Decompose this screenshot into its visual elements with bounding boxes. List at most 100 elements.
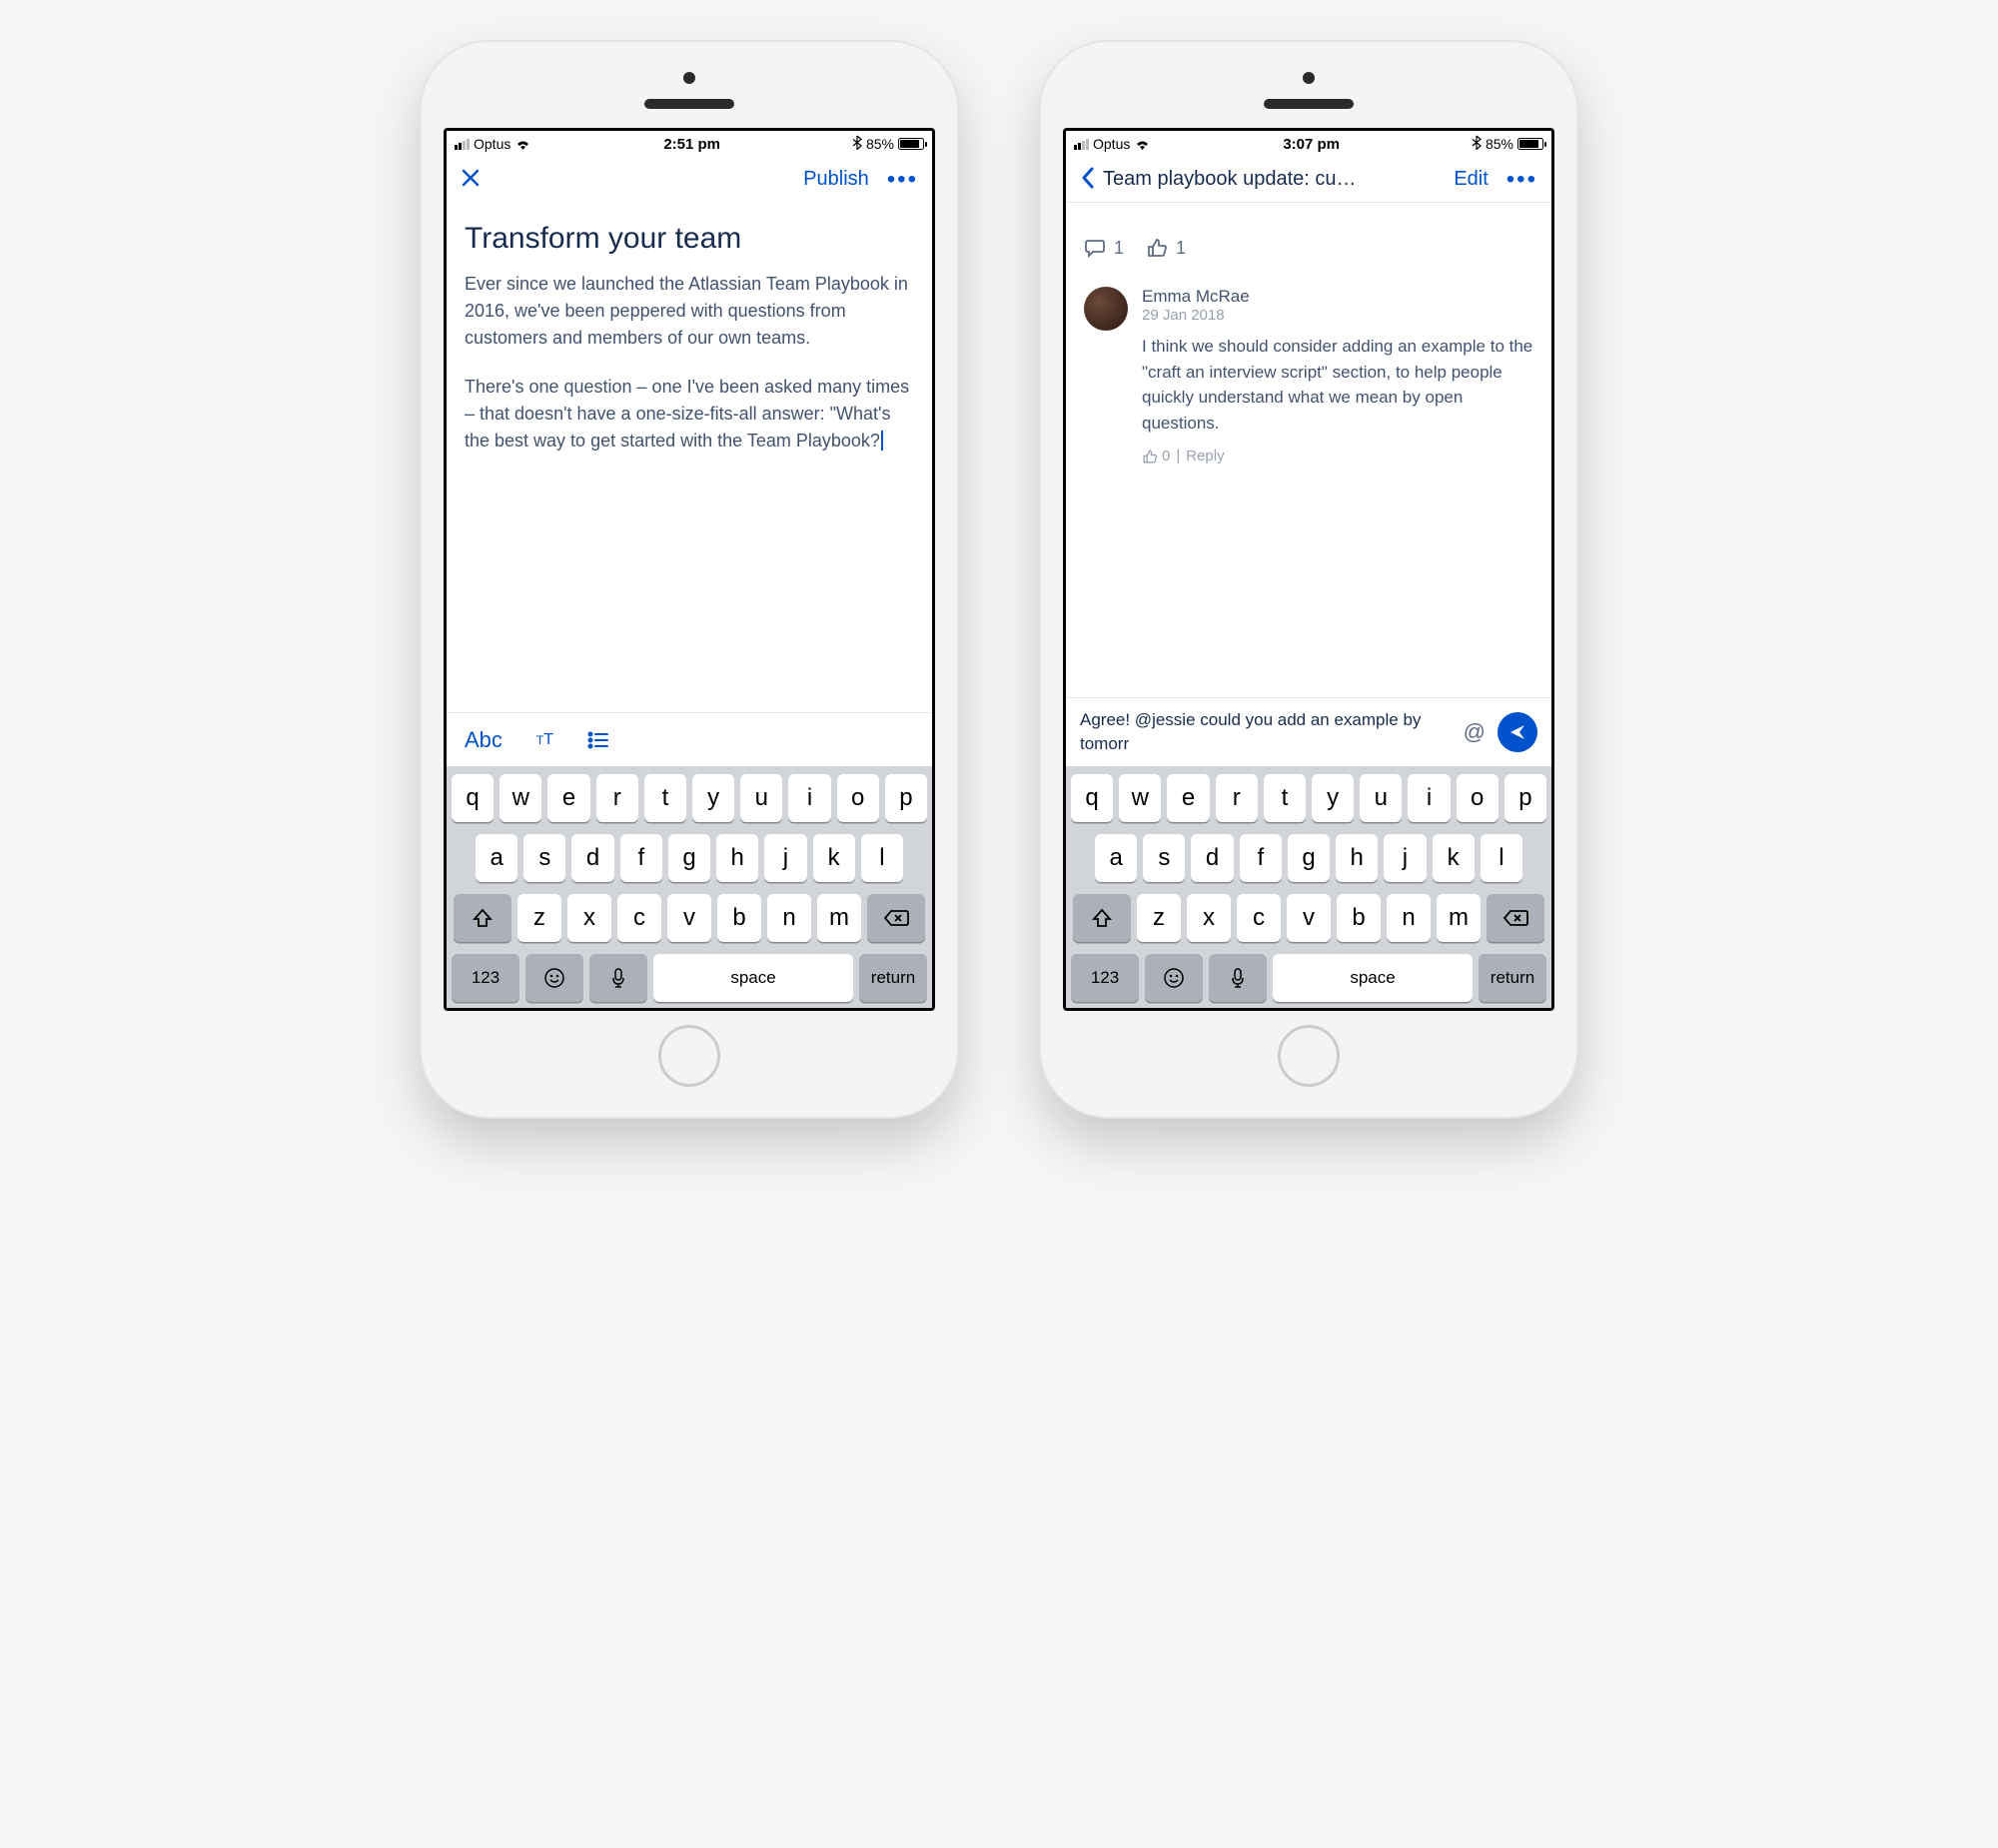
more-icon[interactable]: ••• [887, 174, 918, 186]
key-d[interactable]: d [571, 834, 613, 882]
edit-button[interactable]: Edit [1454, 168, 1488, 191]
key-i[interactable]: i [1408, 774, 1450, 822]
key-w[interactable]: w [1119, 774, 1161, 822]
numbers-key[interactable]: 123 [452, 954, 519, 1002]
key-o[interactable]: o [1457, 774, 1498, 822]
key-b[interactable]: b [1337, 894, 1381, 942]
battery-percent: 85% [866, 136, 894, 152]
reply-input[interactable]: Agree! @jessie could you add an example … [1080, 708, 1452, 756]
key-q[interactable]: q [452, 774, 494, 822]
phone-camera [1303, 72, 1315, 84]
key-x[interactable]: x [567, 894, 611, 942]
key-p[interactable]: p [1504, 774, 1546, 822]
key-e[interactable]: e [1167, 774, 1209, 822]
return-key[interactable]: return [1479, 954, 1546, 1002]
page-content[interactable]: 1 1 Emma McRae 29 Jan 2018 I think we sh… [1066, 203, 1551, 697]
key-s[interactable]: s [1143, 834, 1185, 882]
editor-content[interactable]: Transform your team Ever since we launch… [447, 203, 932, 712]
mention-button[interactable]: @ [1464, 719, 1486, 745]
comment-like-button[interactable]: 0 [1142, 448, 1170, 464]
key-h[interactable]: h [1336, 834, 1378, 882]
comment-reply-button[interactable]: Reply [1186, 448, 1224, 464]
key-z[interactable]: z [517, 894, 561, 942]
mic-key[interactable] [1209, 954, 1267, 1002]
key-l[interactable]: l [1481, 834, 1522, 882]
key-a[interactable]: a [476, 834, 517, 882]
key-a[interactable]: a [1095, 834, 1137, 882]
key-i[interactable]: i [788, 774, 830, 822]
list-button[interactable] [587, 731, 609, 749]
emoji-key[interactable] [525, 954, 583, 1002]
key-n[interactable]: n [1387, 894, 1431, 942]
text-style-button[interactable]: Abc [465, 727, 502, 753]
key-h[interactable]: h [716, 834, 758, 882]
key-q[interactable]: q [1071, 774, 1113, 822]
numbers-key[interactable]: 123 [1071, 954, 1139, 1002]
key-j[interactable]: j [764, 834, 806, 882]
key-m[interactable]: m [1437, 894, 1481, 942]
shift-key[interactable] [1073, 894, 1131, 942]
page-title[interactable]: Transform your team [465, 221, 914, 257]
space-key[interactable]: space [1273, 954, 1473, 1002]
backspace-key[interactable] [867, 894, 925, 942]
key-j[interactable]: j [1384, 834, 1426, 882]
key-t[interactable]: t [644, 774, 686, 822]
body-paragraph-2[interactable]: There's one question – one I've been ask… [465, 374, 914, 455]
return-key[interactable]: return [859, 954, 927, 1002]
comment-text: I think we should consider adding an exa… [1142, 334, 1533, 436]
comment: Emma McRae 29 Jan 2018 I think we should… [1084, 287, 1533, 464]
key-z[interactable]: z [1137, 894, 1181, 942]
key-k[interactable]: k [813, 834, 855, 882]
send-button[interactable] [1498, 712, 1537, 752]
key-g[interactable]: g [668, 834, 710, 882]
key-y[interactable]: y [1312, 774, 1354, 822]
keyboard[interactable]: qwertyuiop asdfghjkl zxcvbnm 123 space r… [447, 766, 932, 1008]
space-key[interactable]: space [653, 954, 853, 1002]
key-w[interactable]: w [500, 774, 541, 822]
key-p[interactable]: p [885, 774, 927, 822]
wifi-icon [514, 138, 531, 151]
backspace-key[interactable] [1487, 894, 1544, 942]
more-icon[interactable]: ••• [1506, 174, 1537, 186]
publish-button[interactable]: Publish [803, 168, 869, 191]
key-v[interactable]: v [667, 894, 711, 942]
key-m[interactable]: m [817, 894, 861, 942]
key-u[interactable]: u [1360, 774, 1402, 822]
key-n[interactable]: n [767, 894, 811, 942]
key-d[interactable]: d [1191, 834, 1233, 882]
mic-key[interactable] [589, 954, 647, 1002]
text-size-button[interactable]: TT [536, 731, 553, 749]
key-r[interactable]: r [596, 774, 638, 822]
key-k[interactable]: k [1433, 834, 1475, 882]
key-g[interactable]: g [1288, 834, 1330, 882]
key-y[interactable]: y [692, 774, 734, 822]
avatar[interactable] [1084, 287, 1128, 331]
key-s[interactable]: s [523, 834, 565, 882]
key-f[interactable]: f [1240, 834, 1282, 882]
key-e[interactable]: e [547, 774, 589, 822]
keyboard[interactable]: qwertyuiop asdfghjkl zxcvbnm 123 space r… [1066, 766, 1551, 1008]
key-l[interactable]: l [861, 834, 903, 882]
kb-row-1: qwertyuiop [1071, 774, 1546, 822]
key-b[interactable]: b [717, 894, 761, 942]
key-x[interactable]: x [1187, 894, 1231, 942]
home-button[interactable] [1278, 1025, 1340, 1087]
key-c[interactable]: c [1237, 894, 1281, 942]
emoji-key[interactable] [1145, 954, 1203, 1002]
comments-stat[interactable]: 1 [1084, 237, 1124, 259]
key-r[interactable]: r [1216, 774, 1258, 822]
body-paragraph-1[interactable]: Ever since we launched the Atlassian Tea… [465, 271, 914, 352]
shift-key[interactable] [454, 894, 511, 942]
key-u[interactable]: u [740, 774, 782, 822]
comment-author[interactable]: Emma McRae [1142, 287, 1533, 307]
back-icon[interactable] [1080, 166, 1095, 194]
status-time: 2:51 pm [663, 136, 720, 153]
key-c[interactable]: c [617, 894, 661, 942]
key-f[interactable]: f [620, 834, 662, 882]
key-t[interactable]: t [1264, 774, 1306, 822]
home-button[interactable] [658, 1025, 720, 1087]
key-v[interactable]: v [1287, 894, 1331, 942]
likes-stat[interactable]: 1 [1146, 237, 1186, 259]
close-icon[interactable] [461, 168, 481, 192]
key-o[interactable]: o [837, 774, 879, 822]
